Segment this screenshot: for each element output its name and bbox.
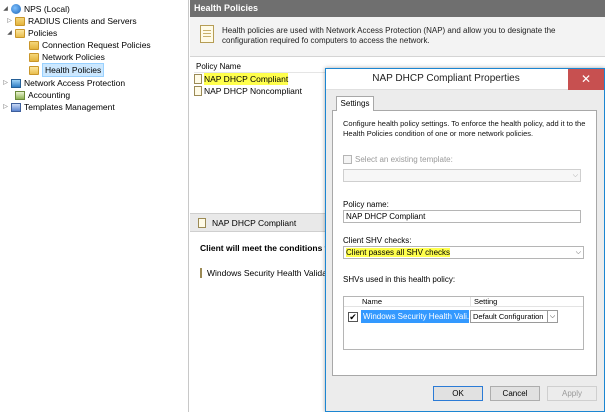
shv-setting-value: Default Configuration xyxy=(473,312,544,321)
pane-title: Health Policies xyxy=(190,0,605,17)
network-access-protection-icon xyxy=(11,78,21,88)
shv-setting-select[interactable]: Default Configuration ⌵ xyxy=(470,310,558,323)
shv-name: Windows Security Health Vali... xyxy=(361,310,469,323)
properties-dialog: NAP DHCP Compliant Properties ✕ Settings… xyxy=(325,68,605,412)
tree-item-nps-local[interactable]: ◢ NPS (Local) xyxy=(2,3,70,15)
client-checks-select[interactable]: Client passes all SHV checks ⌵ xyxy=(343,246,584,259)
tree-item-label: Accounting xyxy=(28,90,71,100)
tree-item-label: Connection Request Policies xyxy=(42,40,151,50)
detail-title: NAP DHCP Compliant xyxy=(212,217,297,228)
client-checks-label: Client SHV checks: xyxy=(343,236,412,245)
tree-item-policies[interactable]: ◢ Policies xyxy=(6,27,57,39)
collapse-arrow-icon[interactable]: ◢ xyxy=(6,27,13,39)
column-header-setting[interactable]: Setting xyxy=(470,297,497,307)
shv-list-header: Name Setting xyxy=(344,297,583,307)
collapse-arrow-icon[interactable]: ◢ xyxy=(2,3,9,15)
shv-enabled-checkbox[interactable]: ✔ xyxy=(348,311,358,322)
health-policy-icon xyxy=(194,86,202,96)
column-header-policy-name[interactable]: Policy Name xyxy=(194,60,334,73)
expand-arrow-icon[interactable]: ▷ xyxy=(2,77,9,89)
policy-row-compliant[interactable]: NAP DHCP Compliant xyxy=(194,73,289,85)
policy-name: NAP DHCP Noncompliant xyxy=(204,86,302,96)
settings-panel: Configure health policy settings. To enf… xyxy=(332,110,597,376)
chevron-down-icon: ⌵ xyxy=(572,172,578,179)
expand-arrow-icon[interactable]: ▷ xyxy=(6,15,13,27)
policy-name-input[interactable]: NAP DHCP Compliant xyxy=(343,210,581,223)
tree-item-label: Policies xyxy=(28,28,58,38)
ok-button[interactable]: OK xyxy=(433,386,483,401)
cancel-button[interactable]: Cancel xyxy=(490,386,540,401)
validator-icon xyxy=(200,268,202,278)
tree-item-label: Templates Management xyxy=(24,102,115,112)
close-button[interactable]: ✕ xyxy=(568,69,604,90)
accounting-icon xyxy=(15,90,25,100)
health-policy-icon xyxy=(198,217,206,228)
info-banner: Health policies are used with Network Ac… xyxy=(190,17,605,57)
dialog-titlebar[interactable]: NAP DHCP Compliant Properties ✕ xyxy=(326,69,604,90)
health-policy-icon xyxy=(194,74,202,84)
column-header-name[interactable]: Name xyxy=(362,297,382,307)
tree-item-label: RADIUS Clients and Servers xyxy=(28,16,137,26)
template-select[interactable]: ⌵ xyxy=(343,169,581,182)
shv-list: Name Setting ✔ Windows Security Health V… xyxy=(343,296,584,350)
template-checkbox-label: Select an existing template: xyxy=(355,155,453,164)
shv-detail-item: Windows Security Health Validator xyxy=(200,267,332,279)
tree-item-templates-management[interactable]: ▷ Templates Management xyxy=(2,101,115,113)
template-checkbox[interactable] xyxy=(343,155,352,164)
folder-icon xyxy=(29,40,39,50)
folder-icon xyxy=(29,52,39,62)
document-icon xyxy=(200,25,214,43)
detail-header: NAP DHCP Compliant xyxy=(190,213,330,232)
policy-list: Policy Name NAP DHCP Compliant NAP DHCP … xyxy=(194,60,334,210)
dialog-title: NAP DHCP Compliant Properties xyxy=(372,73,520,84)
tree-item-label: Network Policies xyxy=(42,52,105,62)
templates-icon xyxy=(11,102,21,112)
shv-row[interactable]: ✔ Windows Security Health Vali... Defaul… xyxy=(346,310,561,323)
policy-name-label: Policy name: xyxy=(343,200,389,209)
tree-item-label: Health Policies xyxy=(42,63,105,77)
navigation-tree: ◢ NPS (Local) ▷ RADIUS Clients and Serve… xyxy=(0,0,189,412)
tree-item-health-policies[interactable]: Health Policies xyxy=(20,63,105,77)
client-checks-value: Client passes all SHV checks xyxy=(346,248,451,257)
tree-item-radius-clients[interactable]: ▷ RADIUS Clients and Servers xyxy=(6,15,137,27)
template-checkbox-row[interactable]: Select an existing template: xyxy=(343,155,453,164)
policy-name: NAP DHCP Compliant xyxy=(204,73,289,85)
tree-item-accounting[interactable]: Accounting xyxy=(6,89,70,101)
nps-server-icon xyxy=(11,4,21,14)
chevron-down-icon: ⌵ xyxy=(547,311,557,322)
tree-item-network-policies[interactable]: Network Policies xyxy=(20,51,105,63)
tree-item-label: NPS (Local) xyxy=(24,4,70,14)
shv-detail-name: Windows Security Health Validator xyxy=(207,268,332,278)
tree-item-connection-request-policies[interactable]: Connection Request Policies xyxy=(20,39,151,51)
policy-row-noncompliant[interactable]: NAP DHCP Noncompliant xyxy=(194,85,302,97)
shv-list-label: SHVs used in this health policy: xyxy=(343,275,456,284)
folder-icon xyxy=(15,16,25,26)
folder-open-icon xyxy=(29,65,39,75)
apply-button[interactable]: Apply xyxy=(547,386,597,401)
tab-settings[interactable]: Settings xyxy=(336,96,374,111)
expand-arrow-icon[interactable]: ▷ xyxy=(2,101,9,113)
tree-item-label: Network Access Protection xyxy=(24,78,126,88)
info-text: Health policies are used with Network Ac… xyxy=(222,26,556,45)
tree-item-network-access-protection[interactable]: ▷ Network Access Protection xyxy=(2,77,125,89)
folder-open-icon xyxy=(15,28,25,38)
chevron-down-icon: ⌵ xyxy=(575,249,581,256)
settings-description: Configure health policy settings. To enf… xyxy=(343,119,586,138)
conditions-text: Client will meet the conditions fo xyxy=(200,243,328,253)
